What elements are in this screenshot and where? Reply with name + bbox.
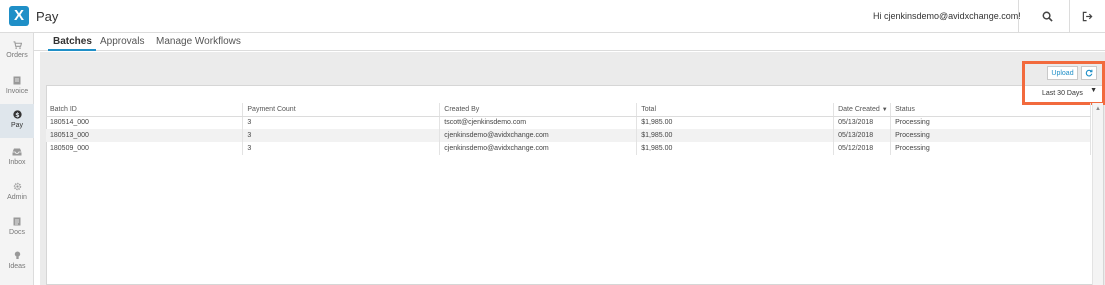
cell-payment-count: 3: [242, 142, 441, 155]
search-button[interactable]: [1030, 0, 1065, 33]
cell-status: Processing: [890, 116, 1091, 129]
divider: [1018, 0, 1019, 33]
logout-button[interactable]: [1070, 0, 1105, 33]
cell-total: $1,985.00: [636, 129, 835, 142]
date-range-value: Last 30 Days: [1042, 89, 1083, 97]
svg-text:$: $: [15, 112, 19, 119]
scroll-up-icon[interactable]: ▲: [1095, 106, 1101, 112]
column-header-status[interactable]: Status: [890, 103, 1091, 117]
cell-payment-count: 3: [242, 129, 441, 142]
batches-table: Batch ID Payment Count Created By Total …: [46, 103, 1091, 155]
date-range-select[interactable]: Last 30 Days ▼: [1035, 86, 1101, 100]
cell-date-created: 05/12/2018: [833, 142, 892, 155]
cell-payment-count: 3: [242, 116, 441, 129]
sidebar-item-admin[interactable]: Admin: [0, 176, 34, 210]
app-logo[interactable]: X: [9, 6, 29, 26]
column-header-batch-id[interactable]: Batch ID: [46, 103, 244, 117]
user-greeting: Hi cjenkinsdemo@avidxchange.com!: [873, 11, 1021, 21]
cell-date-created: 05/13/2018: [833, 116, 892, 129]
refresh-button[interactable]: [1081, 66, 1097, 80]
docs-icon: [13, 217, 21, 226]
cell-status: Processing: [890, 129, 1091, 142]
sidebar-item-label: Invoice: [5, 88, 29, 95]
sidebar-item-label: Ideas: [8, 263, 26, 270]
sidebar-item-label: Pay: [10, 122, 24, 129]
cell-date-created: 05/13/2018: [833, 129, 892, 142]
search-icon: [1042, 11, 1053, 22]
sidebar-item-label: Docs: [9, 229, 25, 236]
tab-batches[interactable]: Batches: [53, 36, 92, 47]
sidebar-item-pay[interactable]: $ Pay: [0, 104, 34, 138]
cell-created-by: cjenkinsdemo@avidxchange.com: [439, 142, 638, 155]
tab-bar: Batches Approvals Manage Workflows: [34, 33, 1105, 51]
upload-button[interactable]: Upload: [1047, 66, 1078, 80]
column-header-date-created[interactable]: Date Created ▼: [833, 103, 892, 117]
cell-batch-id: 180509_000: [46, 142, 244, 155]
cell-total: $1,985.00: [636, 142, 835, 155]
cell-batch-id: 180513_000: [46, 129, 244, 142]
sidebar: Orders Invoice $ Pay Inbox Admin Docs Id…: [0, 33, 34, 285]
table-header-row: Batch ID Payment Count Created By Total …: [46, 103, 1091, 117]
gear-icon: [13, 182, 21, 191]
column-header-payment-count[interactable]: Payment Count: [242, 103, 441, 117]
tab-approvals[interactable]: Approvals: [100, 36, 144, 47]
cell-batch-id: 180514_000: [46, 116, 244, 129]
table-row[interactable]: 180514_000 3 tscott@cjenkinsdemo.com $1,…: [46, 116, 1091, 129]
cell-status: Processing: [890, 142, 1091, 155]
table-row[interactable]: 180509_000 3 cjenkinsdemo@avidxchange.co…: [46, 142, 1091, 155]
sidebar-item-label: Orders: [6, 52, 28, 59]
invoice-icon: [13, 76, 21, 85]
vertical-scrollbar[interactable]: ▲: [1092, 103, 1103, 285]
content-area: [40, 52, 1105, 285]
sidebar-item-orders[interactable]: Orders: [0, 35, 34, 69]
top-bar: X Pay Hi cjenkinsdemo@avidxchange.com!: [0, 0, 1105, 33]
sidebar-item-invoice[interactable]: Invoice: [0, 70, 34, 104]
dollar-icon: $: [12, 110, 22, 119]
sidebar-item-inbox[interactable]: Inbox: [0, 142, 34, 176]
inbox-icon: [12, 148, 22, 156]
column-header-total[interactable]: Total: [636, 103, 835, 117]
page-title: Pay: [36, 9, 59, 24]
active-tab-indicator: [48, 49, 96, 51]
logout-icon: [1082, 11, 1093, 22]
sort-desc-icon: ▼: [881, 106, 888, 113]
cell-created-by: cjenkinsdemo@avidxchange.com: [439, 129, 638, 142]
cell-created-by: tscott@cjenkinsdemo.com: [439, 116, 638, 129]
table-row[interactable]: 180513_000 3 cjenkinsdemo@avidxchange.co…: [46, 129, 1091, 142]
lightbulb-icon: [14, 251, 20, 260]
cell-total: $1,985.00: [636, 116, 835, 129]
sidebar-item-docs[interactable]: Docs: [0, 211, 34, 245]
sidebar-item-ideas[interactable]: Ideas: [0, 245, 34, 279]
tab-manage-workflows[interactable]: Manage Workflows: [156, 36, 241, 47]
column-header-created-by[interactable]: Created By: [439, 103, 638, 117]
caret-down-icon: ▼: [1090, 87, 1097, 94]
sidebar-item-label: Inbox: [8, 159, 26, 166]
refresh-icon: [1085, 69, 1093, 77]
cart-icon: [13, 41, 22, 49]
column-header-label: Date Created: [838, 105, 880, 113]
sidebar-item-label: Admin: [7, 194, 27, 201]
